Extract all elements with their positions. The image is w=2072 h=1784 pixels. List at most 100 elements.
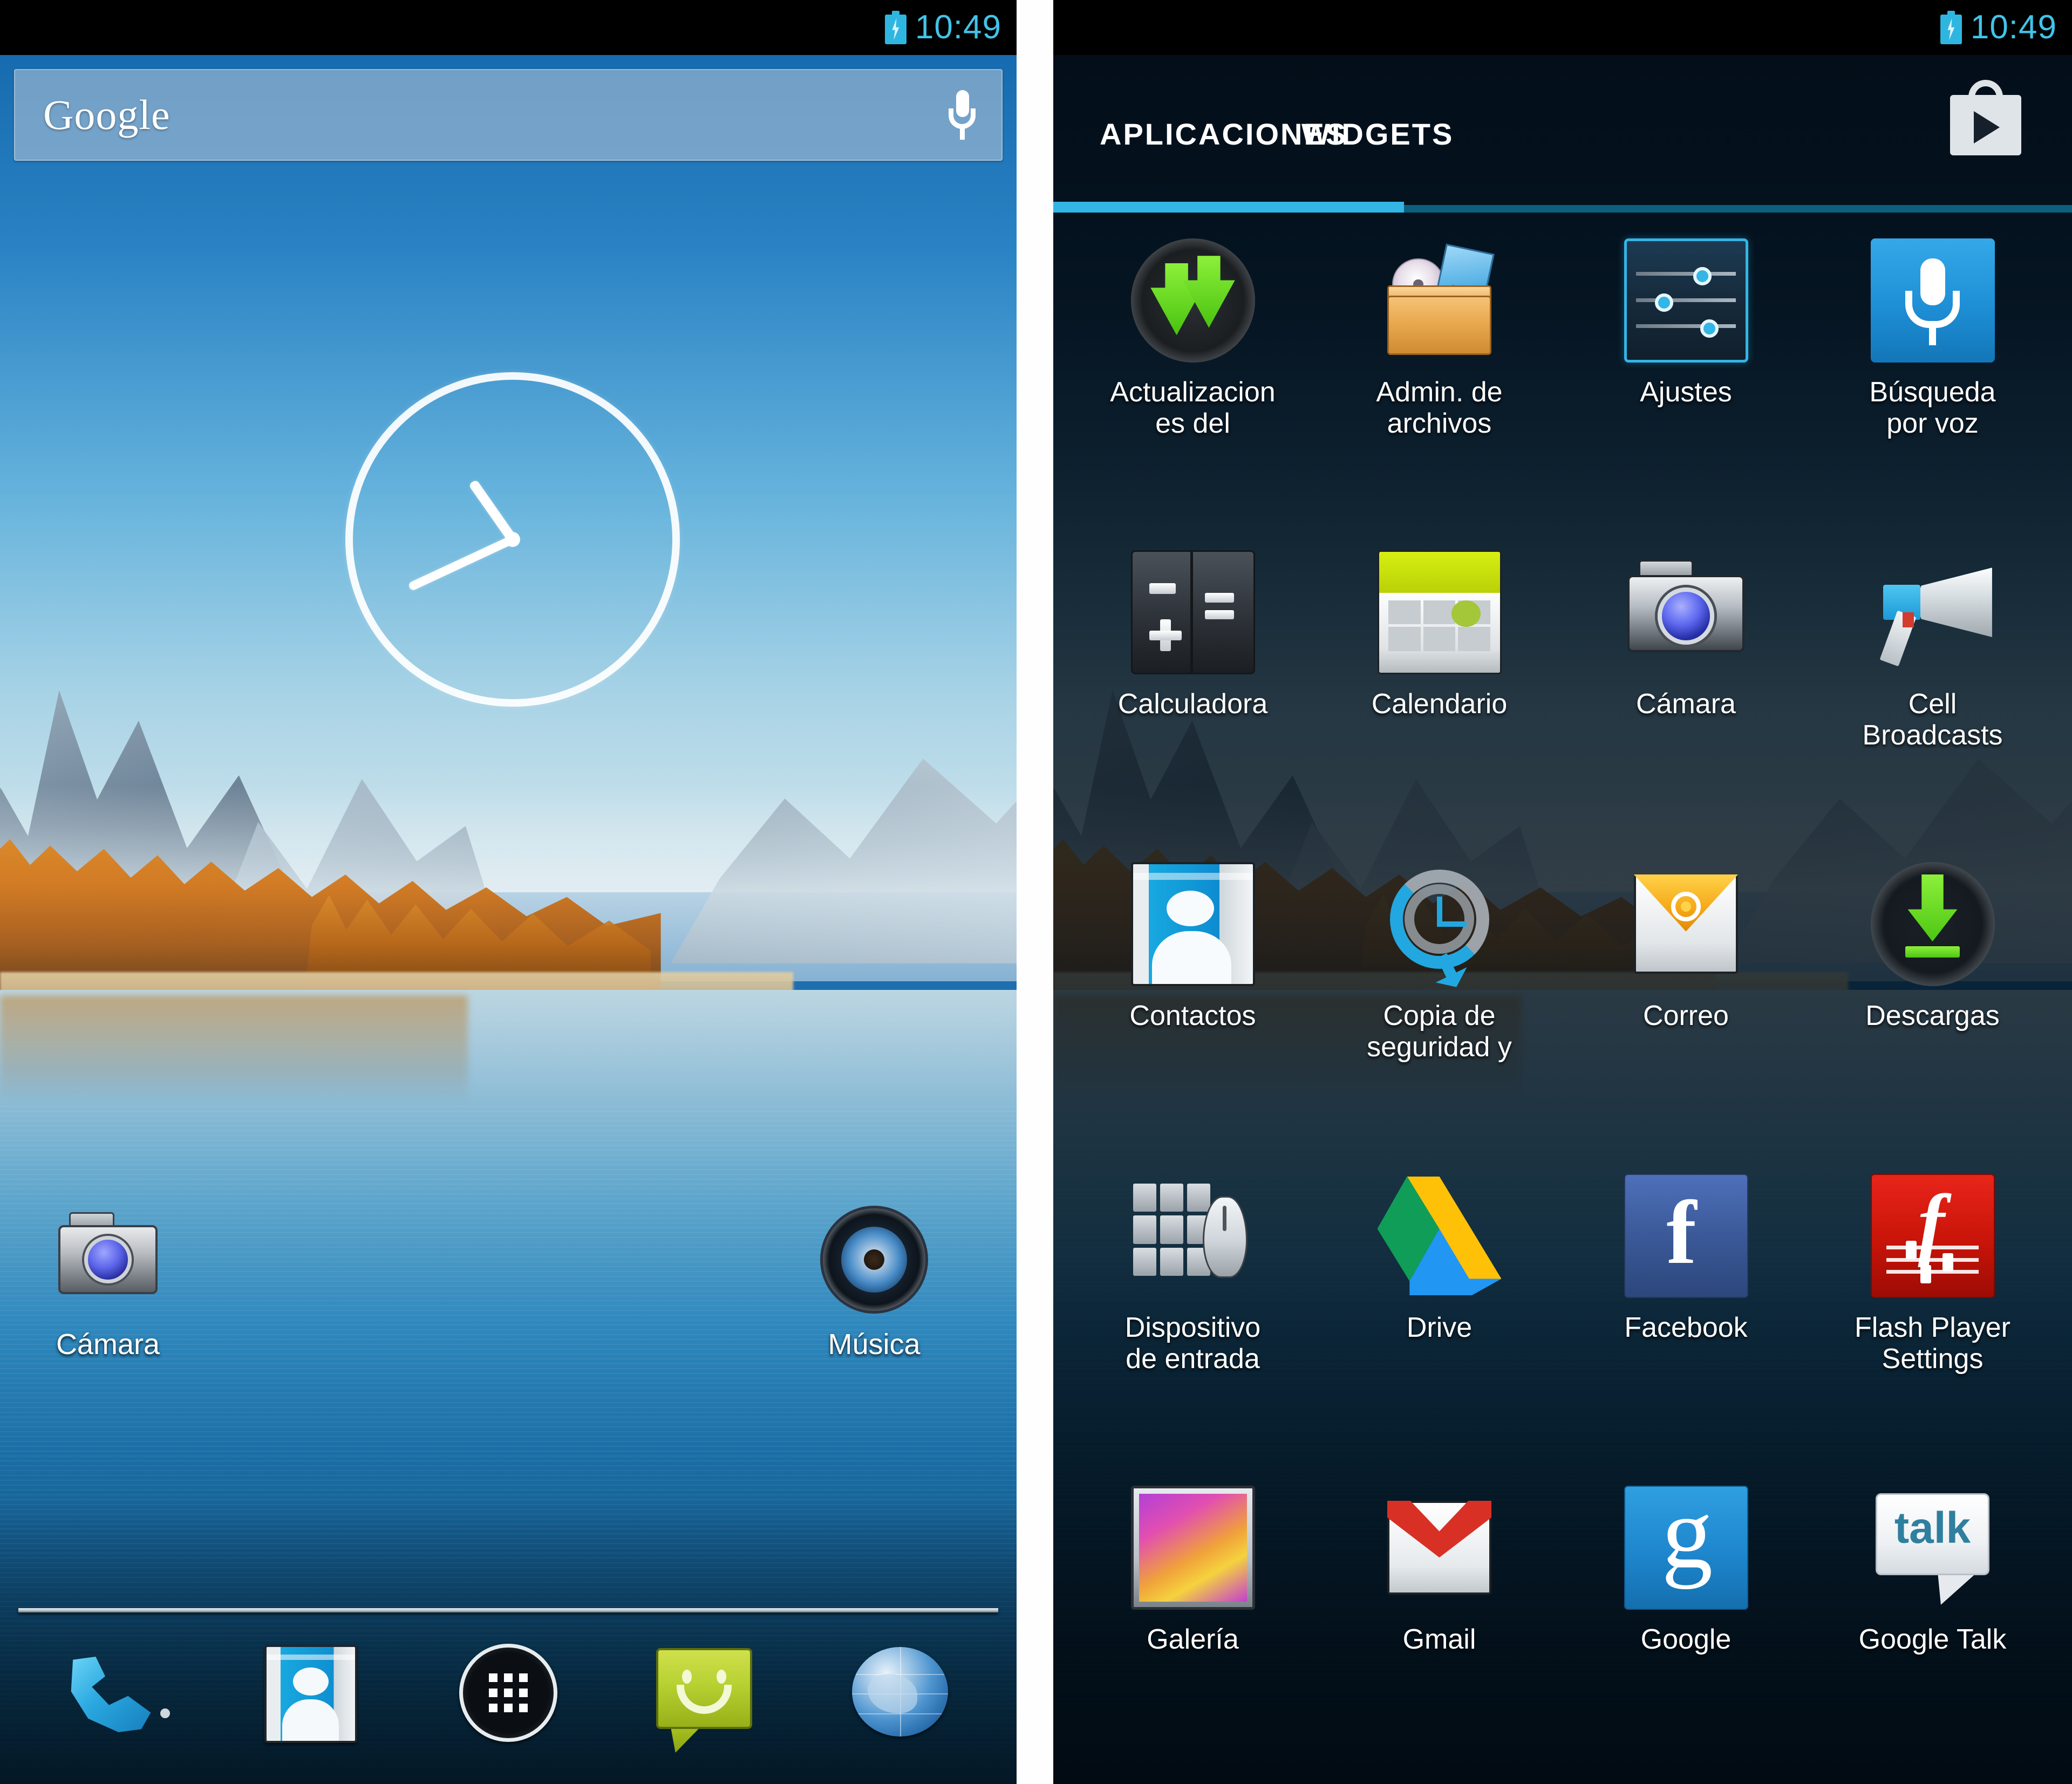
app-label: Contactos	[1129, 1000, 1256, 1031]
dock	[0, 1612, 1017, 1784]
google-search-widget[interactable]: Google	[14, 69, 1003, 161]
microphone-icon[interactable]	[948, 89, 977, 141]
battery-charging-icon	[1940, 11, 1962, 44]
app-label: Actualizacion es del	[1110, 377, 1276, 440]
contacts-icon	[264, 1645, 357, 1743]
google-drive-icon	[1377, 1174, 1502, 1298]
backup-restore-icon	[1378, 862, 1502, 986]
system-update-icon	[1130, 238, 1255, 363]
app-label: Calendario	[1371, 688, 1508, 720]
home-screen-panel: 10:49 Google Cámara Música	[0, 0, 1017, 1784]
file-manager-icon	[1378, 238, 1502, 363]
downloads-arrow-icon	[1870, 862, 1995, 986]
dock-item-browser[interactable]	[833, 1635, 967, 1748]
app-grid: Actualizacion es del Admin. de archivos	[1053, 225, 2072, 1784]
calendar-icon	[1377, 550, 1502, 674]
google-talk-icon: talk	[1871, 1486, 1995, 1610]
app-label: Descargas	[1865, 1000, 2000, 1031]
app-item-flash-player-settings[interactable]: f Flash Player Settings	[1809, 1161, 2056, 1473]
app-item-busqueda-por-voz[interactable]: Búsqueda por voz	[1809, 225, 2056, 537]
input-device-icon	[1131, 1174, 1255, 1298]
app-label: Drive	[1406, 1312, 1473, 1343]
app-label: Calculadora	[1117, 688, 1268, 720]
cell-broadcast-megaphone-icon	[1871, 550, 1995, 674]
app-label: Búsqueda por voz	[1869, 377, 1996, 440]
app-item-cell-broadcasts[interactable]: Cell Broadcasts	[1809, 537, 2056, 849]
app-item-google[interactable]: g Google	[1563, 1473, 1809, 1784]
facebook-icon: f	[1624, 1174, 1748, 1298]
camera-icon	[54, 1206, 162, 1314]
app-label: Ajustes	[1640, 377, 1732, 408]
app-item-facebook[interactable]: f Facebook	[1563, 1161, 1809, 1473]
dock-divider	[18, 1608, 998, 1612]
clock-center-hub	[505, 532, 520, 547]
app-label: Dispositivo de entrada	[1124, 1312, 1261, 1375]
app-drawer-header: APLICACIONES WIDGETS	[1053, 55, 2072, 213]
battery-charging-icon	[884, 11, 906, 44]
app-item-gmail[interactable]: Gmail	[1316, 1473, 1563, 1784]
music-speaker-icon	[820, 1206, 928, 1314]
settings-sliders-icon	[1624, 238, 1748, 363]
app-label: Flash Player Settings	[1855, 1312, 2010, 1375]
browser-globe-icon	[852, 1647, 949, 1737]
contacts-icon	[1130, 862, 1255, 986]
email-envelope-icon	[1624, 862, 1748, 986]
app-item-calendario[interactable]: Calendario	[1316, 537, 1563, 849]
app-item-descargas[interactable]: Descargas	[1809, 849, 2056, 1161]
app-label: Facebook	[1624, 1312, 1748, 1343]
wallpaper-lake-landscape	[0, 0, 1017, 1784]
app-label: Cell Broadcasts	[1862, 688, 2003, 751]
calculator-icon	[1130, 550, 1255, 674]
dock-item-all-apps[interactable]	[441, 1635, 576, 1748]
camera-icon	[1624, 550, 1748, 674]
all-apps-grid-icon	[459, 1644, 557, 1742]
dock-item-messaging[interactable]	[637, 1635, 772, 1753]
app-item-correo[interactable]: Correo	[1563, 849, 1809, 1161]
app-label: Google Talk	[1858, 1624, 2007, 1655]
tab-indicator-active	[1053, 202, 1404, 213]
panel-separator	[1017, 0, 1053, 1784]
app-item-actualizaciones[interactable]: Actualizacion es del	[1069, 225, 1316, 537]
dock-item-phone[interactable]	[49, 1635, 184, 1748]
messaging-smiley-icon	[656, 1648, 753, 1753]
app-item-calculadora[interactable]: Calculadora	[1069, 537, 1316, 849]
app-item-dispositivo-de-entrada[interactable]: Dispositivo de entrada	[1069, 1161, 1316, 1473]
app-item-google-talk[interactable]: talk Google Talk	[1809, 1473, 2056, 1784]
tab-indicator-track	[1053, 202, 2072, 213]
status-bar-clock: 10:49	[1970, 9, 2057, 46]
phone-icon	[64, 1653, 170, 1734]
app-label: Cámara	[1636, 688, 1736, 720]
app-label: Copia de seguridad y	[1367, 1000, 1512, 1063]
app-item-admin-archivos[interactable]: Admin. de archivos	[1316, 225, 1563, 537]
app-item-contactos[interactable]: Contactos	[1069, 849, 1316, 1161]
app-label: Admin. de archivos	[1376, 377, 1503, 440]
app-item-galeria[interactable]: Galería	[1069, 1473, 1316, 1784]
tab-widgets[interactable]: WIDGETS	[1301, 117, 1452, 152]
google-logo-text: Google	[43, 91, 171, 138]
app-item-camara[interactable]: Cámara	[1563, 537, 1809, 849]
home-shortcut-label: Cámara	[56, 1328, 160, 1361]
status-bar: 10:49	[1053, 0, 2072, 55]
app-label: Correo	[1643, 1000, 1729, 1031]
app-label: Google	[1640, 1624, 1732, 1655]
play-store-bag-icon[interactable]	[1946, 80, 2027, 161]
home-shortcut-camera[interactable]: Cámara	[19, 1206, 197, 1361]
app-item-drive[interactable]: Drive	[1316, 1161, 1563, 1473]
google-search-icon: g	[1624, 1482, 1748, 1610]
dock-item-contacts[interactable]	[245, 1635, 380, 1748]
analog-clock-widget[interactable]	[345, 372, 680, 707]
app-drawer-panel: 10:49 APLICACIONES WIDGETS Actualizacion…	[1053, 0, 2072, 1784]
home-shortcut-music[interactable]: Música	[785, 1206, 963, 1361]
app-item-copia-de-seguridad[interactable]: Copia de seguridad y	[1316, 849, 1563, 1161]
screenshot-stage: 10:49 Google Cámara Música 10:49 APLICAC…	[0, 0, 2072, 1784]
app-item-ajustes[interactable]: Ajustes	[1563, 225, 1809, 537]
gallery-icon	[1130, 1486, 1255, 1610]
tab-aplicaciones[interactable]: APLICACIONES	[1100, 117, 1346, 152]
app-label: Gmail	[1402, 1624, 1476, 1655]
status-bar-clock: 10:49	[915, 9, 1001, 46]
app-label: Galería	[1147, 1624, 1239, 1655]
status-bar: 10:49	[0, 0, 1017, 55]
voice-search-icon	[1870, 238, 1995, 363]
search-input[interactable]: Google	[14, 69, 1003, 161]
gmail-icon	[1378, 1486, 1502, 1610]
